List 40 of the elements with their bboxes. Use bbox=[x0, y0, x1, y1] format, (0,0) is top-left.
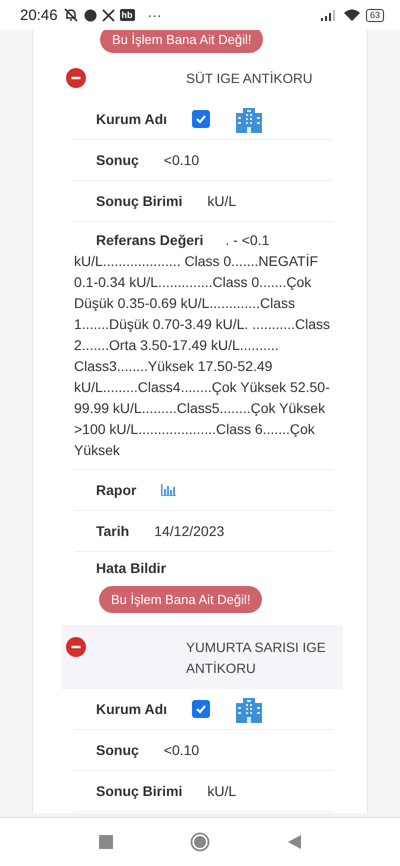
back-button[interactable] bbox=[288, 835, 302, 849]
collapse-icon[interactable] bbox=[66, 68, 86, 88]
field-label: Sonuç bbox=[96, 742, 139, 758]
field-label: Kurum Adı bbox=[96, 111, 168, 127]
field-label: Sonuç bbox=[96, 152, 139, 168]
field-value: <0.10 bbox=[164, 742, 200, 758]
field-label: Sonuç Birimi bbox=[96, 193, 182, 209]
x-icon bbox=[102, 8, 115, 22]
dot-icon bbox=[84, 8, 97, 22]
section-title: YUMURTA SARISI IGE ANTİKORU bbox=[186, 639, 327, 678]
field-label: Kurum Adı bbox=[96, 701, 168, 717]
home-button[interactable] bbox=[190, 832, 210, 852]
building-icon[interactable] bbox=[235, 105, 264, 133]
signal-icon bbox=[320, 9, 338, 21]
field-label: Rapor bbox=[96, 482, 136, 498]
field-value: kU/L bbox=[207, 783, 236, 799]
field-value: 14/12/2023 bbox=[154, 523, 224, 539]
field-value: kU/L bbox=[207, 193, 236, 209]
collapse-icon[interactable] bbox=[66, 637, 86, 657]
checkbox[interactable] bbox=[192, 700, 210, 718]
recents-button[interactable] bbox=[98, 835, 113, 849]
more-notifications: ··· bbox=[148, 7, 162, 23]
mute-icon bbox=[62, 8, 79, 22]
bar-chart-icon[interactable] bbox=[161, 484, 176, 496]
status-time: 20:46 bbox=[20, 6, 58, 24]
building-icon[interactable] bbox=[235, 695, 264, 723]
section-header[interactable]: SÜT IGE ANTİKORU bbox=[61, 56, 343, 99]
field-label: Sonuç Birimi bbox=[96, 783, 182, 799]
not-mine-button[interactable]: Bu İşlem Bana Ait Değil! bbox=[100, 30, 264, 53]
section-header[interactable]: YUMURTA SARISI IGE ANTİKORU bbox=[61, 625, 343, 689]
battery-icon: 63 bbox=[366, 8, 384, 22]
wifi-icon bbox=[342, 8, 361, 22]
app-badge-icon: hb bbox=[120, 9, 135, 21]
field-label: Hata Bildir bbox=[96, 560, 166, 576]
field-label: Tarih bbox=[96, 523, 130, 539]
section-title: SÜT IGE ANTİKORU bbox=[186, 70, 313, 88]
reference-text: Referans Değeri . - <0.1 kU/L.................... Class 0.......NEGATİF 0.1-0.34 kU/L..............Class 0.......Çok Düşük 0.35-0.69 kU/L.............Class 1.......Düşük 0.70-3.49 kU/L. ...........Class 2.......Orta 3.50-17.49 kU/L.......... Class3........Yüksek 17.50-52.49 kU/L.........Class4........Çok Yüksek 52.50-99.99 kU/L.........Class5........Çok Yüksek >100 kU/L....................Class 6.......Çok Yüksek bbox=[74, 231, 331, 460]
field-value: <0.10 bbox=[164, 152, 200, 168]
checkbox[interactable] bbox=[192, 110, 210, 128]
not-mine-button[interactable]: Bu İşlem Bana Ait Değil! bbox=[99, 586, 262, 613]
